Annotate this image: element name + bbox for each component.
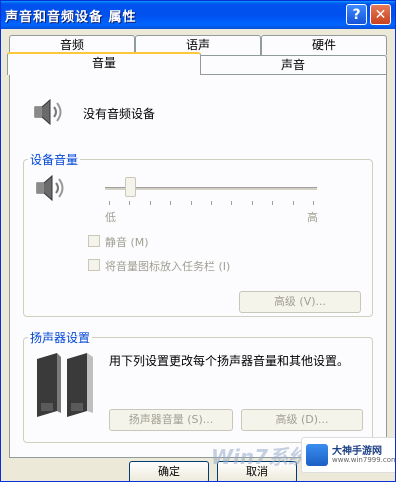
slider-tick (313, 201, 314, 205)
speaker-settings-group-label: 扬声器设置 (28, 329, 93, 346)
slider-tick (170, 201, 171, 205)
slider-tick (231, 201, 232, 205)
speaker-volume-label: 扬声器音量 (S)... (128, 413, 214, 426)
volume-speaker-icon (36, 174, 64, 202)
watermark-site-name: 大神手游网 (332, 446, 382, 457)
tab-hardware[interactable]: 硬件 (261, 35, 387, 55)
speaker-volume-button[interactable]: 扬声器音量 (S)... (109, 409, 233, 431)
speaker-settings-description: 用下列设置更改每个扬声器音量和其他设置。 (109, 354, 350, 368)
watermark-text: Win7系统 (211, 445, 309, 469)
speaker-advanced-label: 高级 (D)... (275, 413, 329, 426)
volume-slider-track[interactable] (105, 187, 317, 191)
slider-tick (191, 201, 192, 205)
speaker-advanced-button[interactable]: 高级 (D)... (241, 409, 363, 431)
device-advanced-label: 高级 (V)... (273, 295, 327, 308)
speaker-icon (34, 98, 62, 126)
mute-checkbox[interactable] (88, 235, 100, 247)
tab-voice-label: 语声 (185, 38, 210, 52)
ok-button[interactable]: 确定 (129, 461, 209, 481)
help-icon: ? (352, 6, 361, 23)
slider-tick (129, 201, 130, 205)
slider-min-label: 低 (105, 211, 116, 224)
help-button[interactable]: ? (346, 4, 367, 25)
tab-sounds[interactable]: 声音 (199, 55, 387, 75)
slider-max-label: 高 (307, 211, 318, 224)
watermark-badge: 大神手游网 www.win7999.com (301, 437, 396, 473)
ok-label: 确定 (158, 465, 180, 478)
title-bar[interactable]: 声音和音频设备 属性 ? ✕ (1, 1, 395, 29)
slider-tick (150, 201, 151, 205)
tab-volume[interactable]: 音量 (7, 52, 201, 75)
tab-hardware-label: 硬件 (311, 38, 336, 52)
close-icon: ✕ (374, 6, 387, 23)
properties-window: 声音和音频设备 属性 ? ✕ 音频 语声 硬件 音量 声音 没有音频设备 设备音… (0, 0, 396, 482)
watermark-url: www.win7999.com (332, 456, 396, 464)
device-status-text: 没有音频设备 (83, 107, 156, 121)
tab-sounds-label: 声音 (280, 58, 305, 72)
window-title: 声音和音频设备 属性 (5, 10, 137, 25)
taskbar-icon-label: 将音量图标放入任务栏 (I) (105, 260, 231, 273)
slider-tick (109, 201, 110, 205)
watermark-logo-icon (306, 444, 328, 466)
mute-label: 静音 (M) (105, 236, 149, 249)
volume-slider-thumb[interactable] (125, 177, 136, 197)
taskbar-icon-checkbox[interactable] (88, 259, 100, 271)
tab-volume-label: 音量 (91, 56, 116, 70)
slider-tick (252, 201, 253, 205)
slider-tick (272, 201, 273, 205)
device-volume-group-label: 设备音量 (28, 151, 81, 168)
device-advanced-button[interactable]: 高级 (V)... (239, 291, 361, 313)
site-watermark: Win7系统 大神手游网 www.win7999.com (211, 437, 395, 481)
slider-tick (211, 201, 212, 205)
close-button[interactable]: ✕ (370, 4, 391, 25)
slider-tick (293, 201, 294, 205)
tab-audio-label: 音频 (59, 38, 84, 52)
speakers-icon (37, 353, 93, 417)
